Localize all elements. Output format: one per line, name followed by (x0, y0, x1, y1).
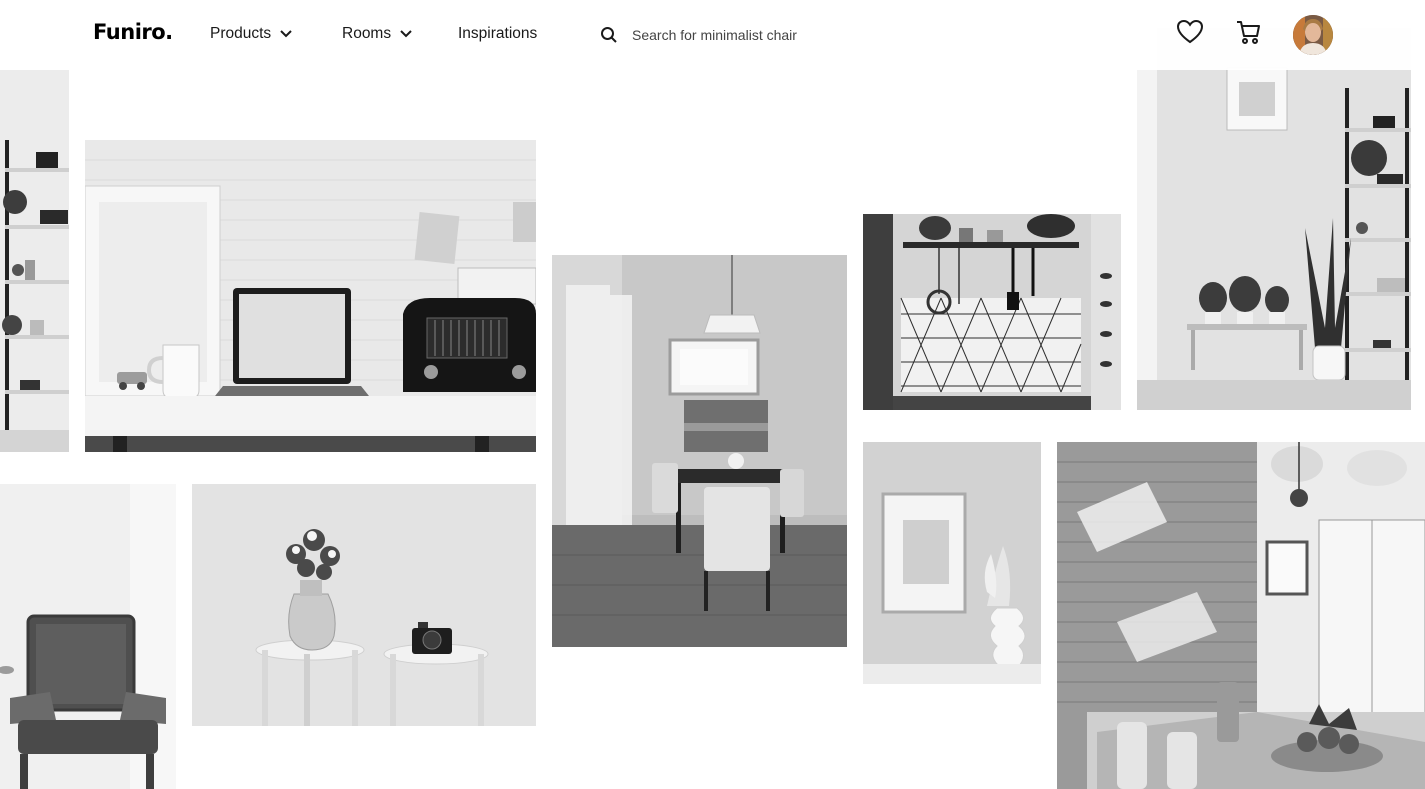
dining-room-image[interactable] (552, 255, 847, 647)
kitchen-tiles-image[interactable] (863, 214, 1121, 410)
chevron-down-icon (400, 30, 412, 38)
nav-rooms[interactable]: Rooms (342, 25, 413, 43)
nav-inspirations-label: Inspirations (458, 25, 538, 42)
desk-laptop-image[interactable] (85, 140, 536, 452)
top-navigation-bar: Funiro. Products Rooms Inspirations (0, 0, 1425, 70)
shelf-left-image[interactable] (0, 70, 69, 452)
user-avatar[interactable] (1293, 15, 1333, 55)
brand-logo[interactable]: Funiro. (93, 20, 173, 44)
stools-vase-camera-image[interactable] (192, 484, 536, 726)
nav-products-label: Products (210, 25, 272, 42)
chevron-down-icon (280, 30, 292, 38)
nav-rooms-label: Rooms (342, 25, 392, 42)
cart-icon[interactable] (1235, 18, 1263, 46)
search-input[interactable] (630, 26, 1014, 44)
nav-products[interactable]: Products (210, 25, 293, 43)
shelf-plants-image[interactable] (1137, 28, 1411, 410)
brick-wall-dining-image[interactable] (1057, 442, 1425, 789)
frame-vase-image[interactable] (863, 442, 1041, 684)
armchair-image[interactable] (0, 484, 176, 789)
search-icon[interactable] (600, 26, 618, 44)
search-bar[interactable] (600, 22, 1020, 48)
heart-icon[interactable] (1176, 18, 1204, 46)
nav-inspirations[interactable]: Inspirations (458, 25, 537, 43)
